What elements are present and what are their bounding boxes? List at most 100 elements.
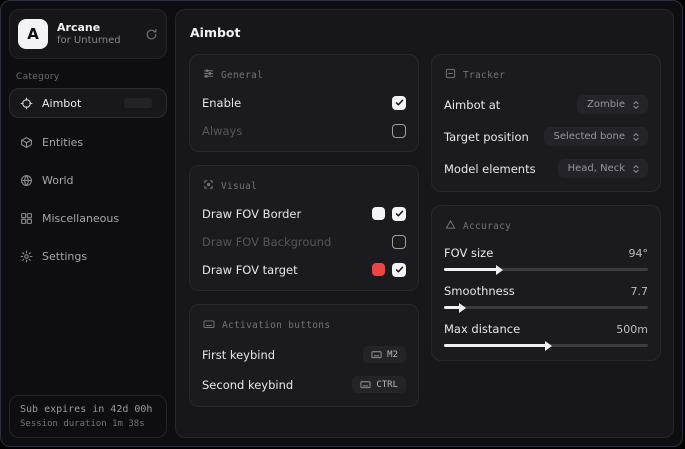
- model-elements-dropdown[interactable]: Head, Neck: [558, 159, 648, 178]
- setting-label: FOV size: [444, 246, 493, 260]
- sidebar-item-label: Settings: [42, 250, 87, 263]
- layout-grid-icon: [20, 212, 33, 225]
- brand-logo: A: [18, 19, 48, 49]
- setting-row-enable: Enable: [202, 95, 406, 110]
- fov-target-checkbox[interactable]: [392, 263, 406, 277]
- brand-card: A Arcane for Unturned: [9, 9, 167, 59]
- setting-label: Target position: [444, 130, 529, 144]
- dropdown-value: Selected bone: [554, 131, 625, 142]
- section-header: General: [221, 70, 263, 81]
- accuracy-card: Accuracy FOV size 94°: [431, 205, 661, 361]
- section-header: Tracker: [463, 70, 505, 81]
- sidebar-item-label: Aimbot: [42, 97, 81, 110]
- section-header: Accuracy: [463, 221, 511, 232]
- setting-row-model-elements: Model elements Head, Neck: [444, 159, 648, 178]
- sidebar-item-settings[interactable]: Settings: [9, 242, 167, 270]
- keyboard-icon: [360, 379, 371, 390]
- square-minus-icon: [445, 68, 456, 82]
- setting-row-first-keybind: First keybind M2: [202, 346, 406, 363]
- general-card: General Enable Always: [189, 54, 419, 152]
- brand-subtitle: for Unturned: [57, 35, 145, 48]
- app-window: A Arcane for Unturned Category Aimbot: [0, 0, 683, 447]
- main-panel: Aimbot General: [175, 9, 674, 438]
- color-swatch[interactable]: [372, 207, 385, 220]
- dropdown-value: Zombie: [587, 99, 625, 110]
- sidebar-item-entities[interactable]: Entities: [9, 128, 167, 156]
- setting-row-max-distance: Max distance 500m: [444, 322, 648, 347]
- sidebar-item-aimbot[interactable]: Aimbot: [9, 88, 167, 118]
- setting-label: Enable: [202, 96, 241, 110]
- setting-label: Aimbot at: [444, 98, 500, 112]
- slider-value: 500m: [616, 323, 648, 336]
- setting-label: Draw FOV Border: [202, 207, 301, 221]
- sidebar-item-label: Miscellaneous: [42, 212, 119, 225]
- section-header: Visual: [221, 181, 257, 192]
- sliders-icon: [203, 68, 214, 82]
- setting-row-second-keybind: Second keybind CTRL: [202, 376, 406, 393]
- sidebar: A Arcane for Unturned Category Aimbot: [1, 1, 175, 446]
- enable-checkbox[interactable]: [392, 96, 406, 110]
- keyboard-icon: [371, 349, 382, 360]
- setting-label: First keybind: [202, 348, 275, 362]
- sidebar-item-label: Entities: [42, 136, 83, 149]
- slider-value: 7.7: [631, 285, 649, 298]
- visual-grid-icon: [203, 179, 214, 193]
- second-keybind-button[interactable]: CTRL: [352, 376, 406, 393]
- keybind-value: CTRL: [376, 380, 398, 390]
- aimbot-at-dropdown[interactable]: Zombie: [577, 95, 648, 114]
- setting-row-fov-target: Draw FOV target: [202, 262, 406, 277]
- keyboard-icon: [203, 318, 215, 333]
- slider-thumb[interactable]: [459, 303, 466, 313]
- setting-row-target-position: Target position Selected bone: [444, 127, 648, 146]
- sidebar-item-miscellaneous[interactable]: Miscellaneous: [9, 204, 167, 232]
- setting-label: Smoothness: [444, 284, 515, 298]
- sidebar-item-world[interactable]: World: [9, 166, 167, 194]
- keybind-value: M2: [387, 350, 398, 360]
- faint-keybind-pill: [124, 98, 152, 108]
- gear-icon: [20, 250, 33, 263]
- unfold-icon: [631, 132, 641, 142]
- section-header: Activation buttons: [222, 320, 330, 331]
- smoothness-slider[interactable]: [444, 306, 648, 309]
- setting-label: Second keybind: [202, 378, 293, 392]
- setting-label: Model elements: [444, 162, 536, 176]
- triangle-icon: [445, 219, 456, 233]
- color-swatch[interactable]: [372, 263, 385, 276]
- sub-expiry-text: Sub expires in 42d 00h: [20, 404, 156, 415]
- fov-size-slider[interactable]: [444, 268, 648, 271]
- first-keybind-button[interactable]: M2: [363, 346, 406, 363]
- slider-thumb[interactable]: [496, 265, 503, 275]
- setting-row-aimbot-at: Aimbot at Zombie: [444, 95, 648, 114]
- target-position-dropdown[interactable]: Selected bone: [544, 127, 648, 146]
- max-distance-slider[interactable]: [444, 344, 648, 347]
- unfold-icon: [631, 100, 641, 110]
- refresh-icon[interactable]: [145, 28, 158, 41]
- category-label: Category: [16, 72, 167, 82]
- crosshair-icon: [20, 97, 33, 110]
- setting-row-fov-background: Draw FOV Background: [202, 234, 406, 249]
- slider-thumb[interactable]: [545, 341, 552, 351]
- setting-label: Always: [202, 124, 242, 138]
- setting-row-fov-border: Draw FOV Border: [202, 206, 406, 221]
- setting-row-smoothness: Smoothness 7.7: [444, 284, 648, 309]
- globe-icon: [20, 174, 33, 187]
- page-title: Aimbot: [190, 25, 661, 40]
- session-duration-text: Session duration 1m 38s: [20, 419, 156, 429]
- visual-card: Visual Draw FOV Border Draw FOV Backgrou…: [189, 165, 419, 291]
- setting-label: Draw FOV target: [202, 263, 298, 277]
- slider-value: 94°: [629, 247, 649, 260]
- setting-label: Draw FOV Background: [202, 235, 331, 249]
- fov-border-checkbox[interactable]: [392, 207, 406, 221]
- subscription-card: Sub expires in 42d 00h Session duration …: [9, 395, 167, 438]
- brand-title: Arcane: [57, 21, 145, 35]
- setting-label: Max distance: [444, 322, 520, 336]
- setting-row-fov-size: FOV size 94°: [444, 246, 648, 271]
- fov-background-checkbox[interactable]: [392, 235, 406, 249]
- sidebar-item-label: World: [42, 174, 74, 187]
- unfold-icon: [631, 164, 641, 174]
- activation-card: Activation buttons First keybind M2 Seco…: [189, 304, 419, 407]
- always-checkbox[interactable]: [392, 124, 406, 138]
- tracker-card: Tracker Aimbot at Zombie Target position: [431, 54, 661, 192]
- cube-icon: [20, 136, 33, 149]
- dropdown-value: Head, Neck: [568, 163, 625, 174]
